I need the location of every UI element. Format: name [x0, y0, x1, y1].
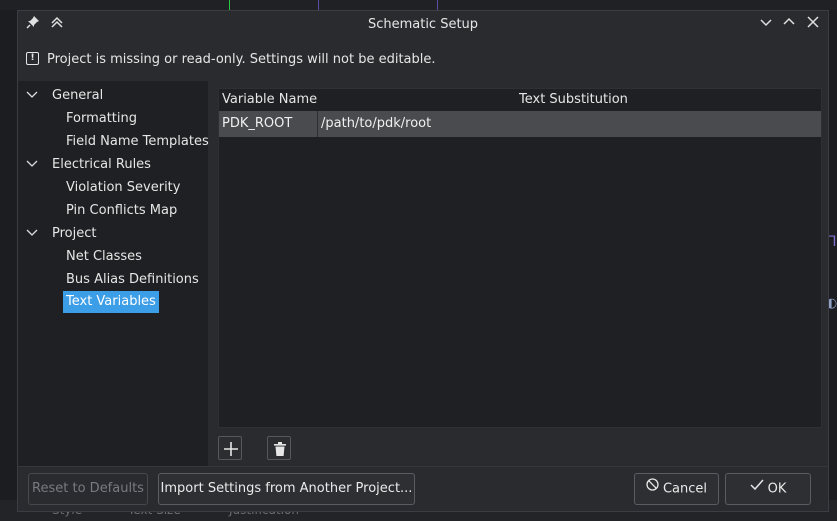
dialog-title: Schematic Setup — [367, 17, 479, 32]
checkmark-icon — [750, 473, 764, 503]
plus-icon — [224, 442, 238, 456]
cancel-button-label: Cancel — [662, 481, 708, 497]
tree-item-label: Field Name Templates — [66, 134, 209, 149]
chevron-down-icon[interactable] — [26, 154, 38, 175]
readonly-warning-bar: ! Project is missing or read-only. Setti… — [18, 41, 828, 81]
tree-item-general[interactable]: General — [26, 85, 103, 106]
add-variable-button[interactable] — [218, 436, 242, 460]
reset-to-defaults-button[interactable]: Reset to Defaults — [28, 473, 148, 505]
tree-item-label: Electrical Rules — [52, 157, 151, 172]
background-guide-line — [318, 0, 319, 10]
tree-item-bus-alias-definitions[interactable]: Bus Alias Definitions — [66, 269, 199, 290]
warning-icon: ! — [26, 52, 39, 65]
settings-tree: General Formatting Field Name Templates … — [18, 81, 209, 466]
warning-message: Project is missing or read-only. Setting… — [47, 52, 436, 67]
tree-item-pin-conflicts-map[interactable]: Pin Conflicts Map — [66, 200, 177, 221]
background-guide-line — [229, 0, 230, 10]
text-substitution-cell[interactable]: /path/to/pdk/root — [318, 111, 821, 137]
ok-button[interactable]: OK — [725, 473, 811, 505]
reset-button-label: Reset to Defaults — [32, 481, 144, 496]
tree-item-label: Formatting — [66, 111, 138, 126]
tree-item-project[interactable]: Project — [26, 223, 96, 244]
trash-icon — [274, 442, 286, 456]
tree-item-net-classes[interactable]: Net Classes — [66, 246, 142, 267]
tree-item-label: Net Classes — [66, 249, 142, 264]
button-row-divider — [18, 466, 828, 467]
import-settings-button[interactable]: Import Settings from Another Project... — [158, 473, 415, 505]
tree-item-violation-severity[interactable]: Violation Severity — [66, 177, 180, 198]
tree-item-label: Bus Alias Definitions — [66, 272, 199, 287]
tree-item-label: Project — [52, 226, 97, 241]
tree-item-label: Pin Conflicts Map — [66, 203, 178, 218]
maximize-icon[interactable] — [780, 15, 798, 33]
background-guide-line — [437, 0, 438, 10]
grid-header: Variable Name Text Substitution — [219, 89, 821, 111]
text-variables-grid[interactable]: Variable Name Text Substitution PDK_ROOT… — [218, 88, 822, 428]
cancel-button[interactable]: Cancel — [634, 473, 719, 505]
import-button-label: Import Settings from Another Project... — [160, 481, 413, 496]
chevron-down-icon[interactable] — [26, 223, 38, 244]
column-header-variable-name[interactable]: Variable Name — [222, 92, 317, 107]
schematic-setup-dialog: Schematic Setup ! Project is missing or … — [17, 10, 829, 512]
tree-item-label: Violation Severity — [66, 180, 181, 195]
tree-item-electrical-rules[interactable]: Electrical Rules — [26, 154, 151, 175]
table-row[interactable]: PDK_ROOT /path/to/pdk/root — [219, 111, 821, 137]
tree-item-label: Text Variables — [66, 294, 156, 309]
tree-item-formatting[interactable]: Formatting — [66, 108, 137, 129]
column-header-text-substitution[interactable]: Text Substitution — [519, 92, 628, 107]
cancel-icon — [646, 473, 659, 503]
dialog-titlebar[interactable]: Schematic Setup — [18, 11, 828, 39]
ok-button-label: OK — [767, 481, 787, 497]
tree-item-text-variables[interactable]: Text Variables — [63, 291, 159, 313]
variable-name-cell[interactable]: PDK_ROOT — [219, 111, 317, 137]
close-icon[interactable] — [804, 15, 822, 33]
tree-item-field-name-templates[interactable]: Field Name Templates — [66, 131, 209, 152]
chevron-down-icon[interactable] — [26, 85, 38, 106]
delete-variable-button[interactable] — [267, 436, 291, 460]
minimize-icon[interactable] — [757, 15, 775, 33]
background-app-toolbar — [0, 0, 837, 10]
tree-item-label: General — [52, 88, 104, 103]
